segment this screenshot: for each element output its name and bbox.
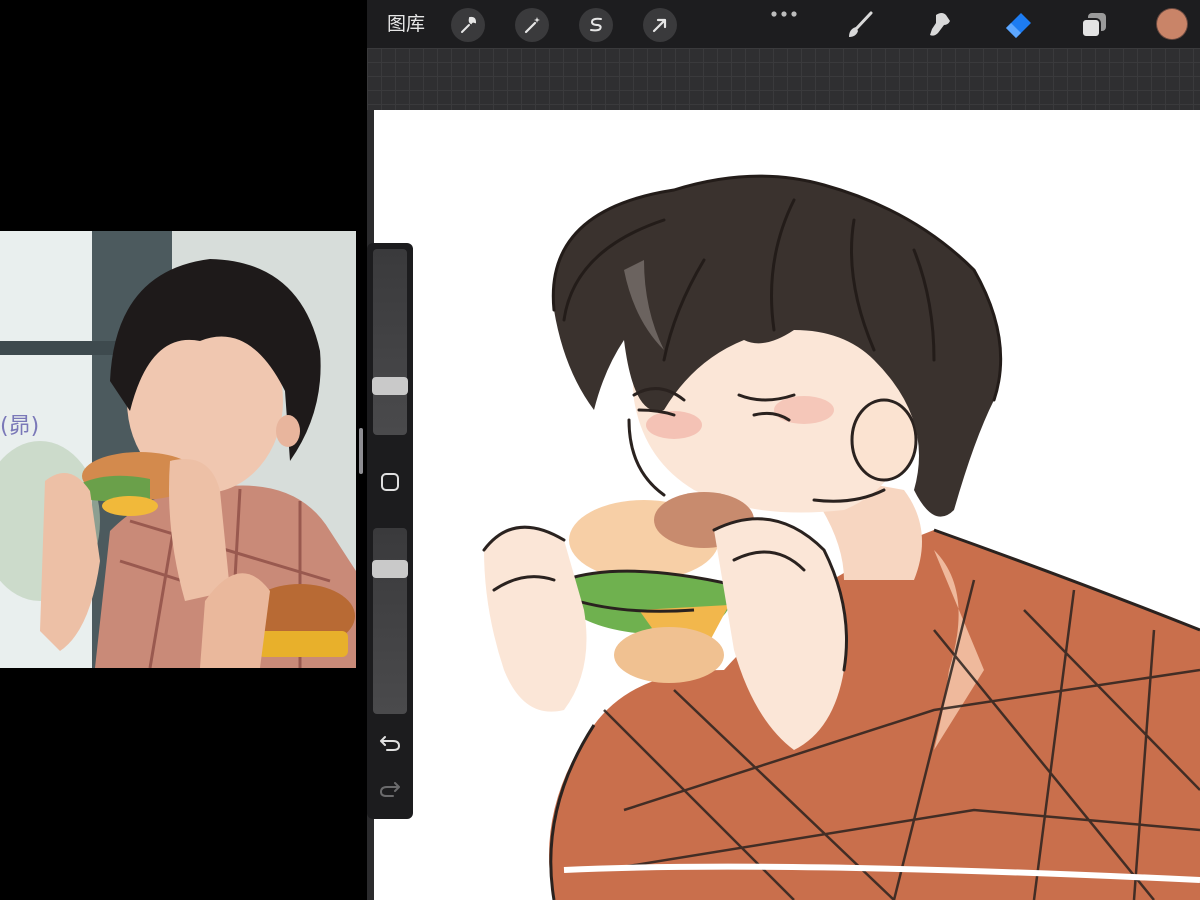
top-toolbar: 图库 [367,0,1200,48]
brush-size-slider-thumb[interactable] [372,377,408,395]
eraser-icon[interactable] [1001,8,1035,42]
selection-s-icon[interactable] [579,8,613,42]
reference-photo [0,231,356,668]
canvas-backdrop-grid [367,48,1200,110]
more-dots-icon[interactable] [769,6,799,20]
split-view-handle[interactable] [359,428,363,474]
undo-arrow-icon[interactable] [379,733,401,753]
opacity-slider-thumb[interactable] [372,560,408,578]
procreate-app: 图库 [367,0,1200,900]
square-icon[interactable] [380,472,400,492]
redo-arrow-icon[interactable] [379,779,401,799]
smudge-icon[interactable] [923,8,957,42]
opacity-slider[interactable] [373,528,407,714]
reference-caption: (昴) [0,414,40,439]
tool-sidebar [367,243,413,819]
arrow-cursor-icon[interactable] [643,8,677,42]
wrench-icon[interactable] [451,8,485,42]
reference-panel: (昴) [0,0,367,900]
brush-size-slider[interactable] [373,249,407,435]
layers-icon[interactable] [1077,8,1111,42]
gallery-button[interactable]: 图库 [387,10,425,38]
magic-wand-icon[interactable] [515,8,549,42]
drawing-canvas[interactable] [374,110,1200,900]
color-swatch-button[interactable] [1157,9,1187,39]
brush-icon[interactable] [843,8,877,42]
